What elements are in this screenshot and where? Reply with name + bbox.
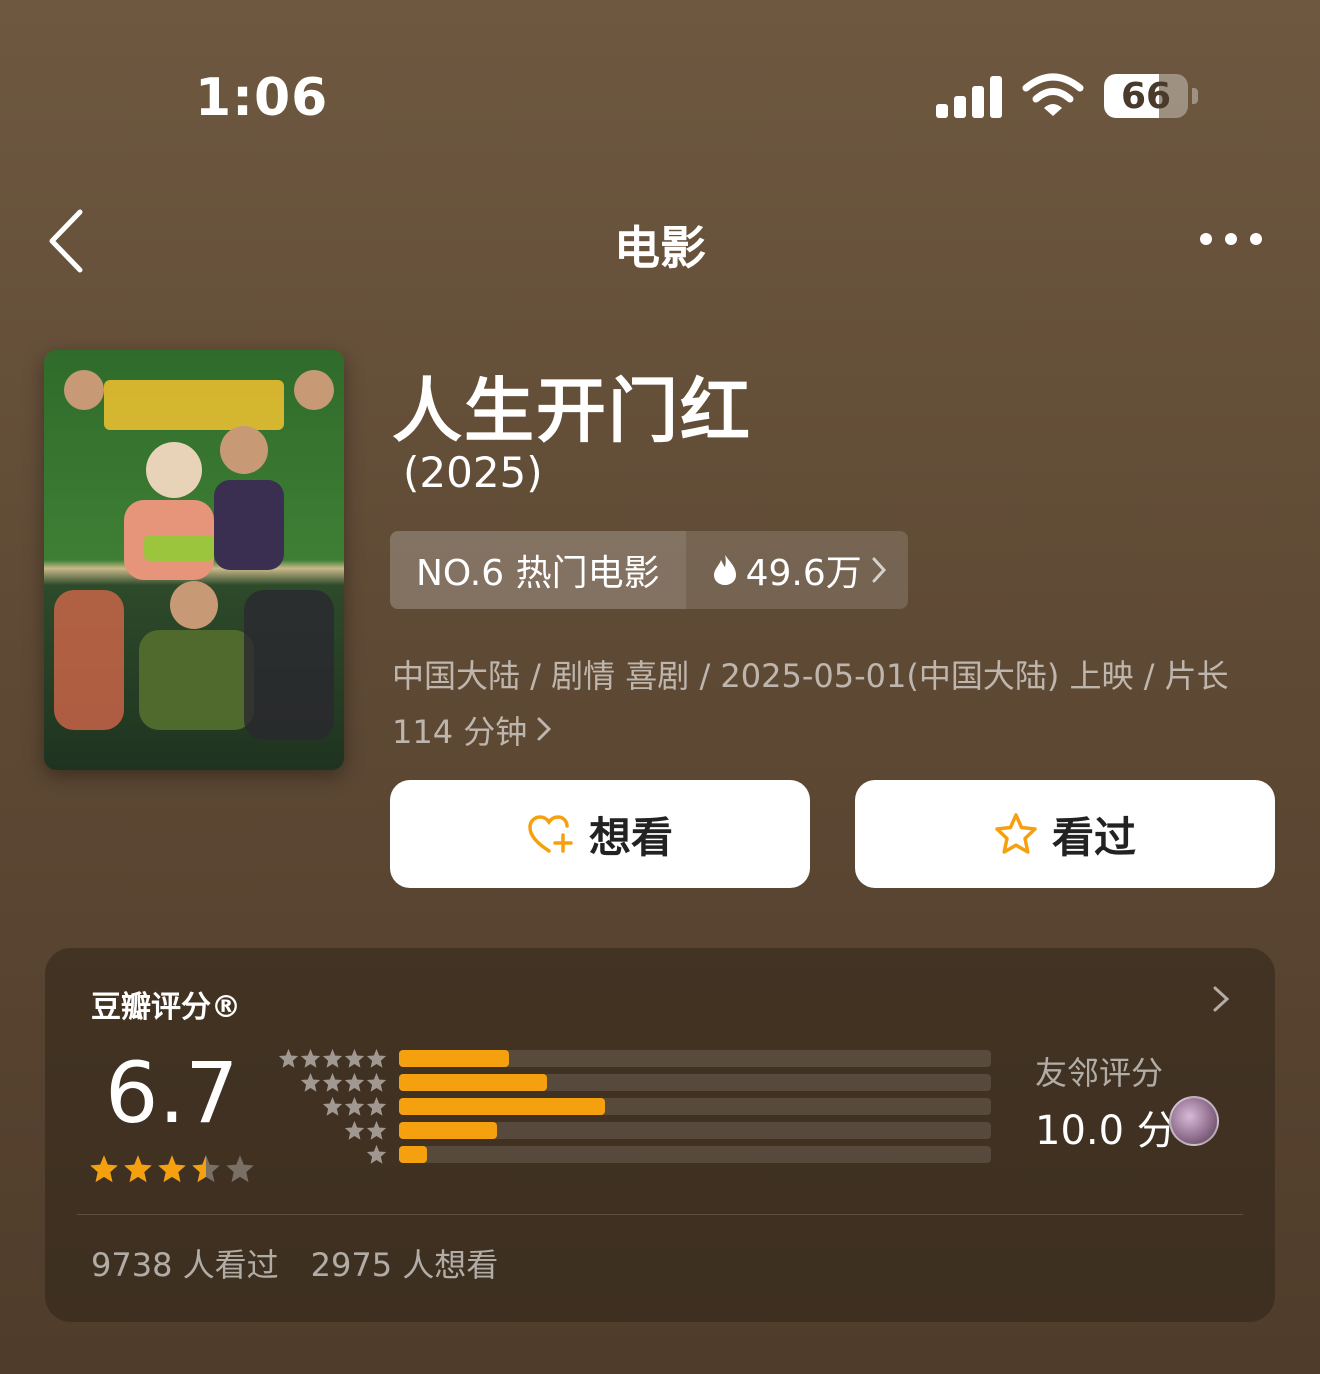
want-to-watch-label: 想看 — [588, 812, 673, 862]
distribution-bar-3-star — [399, 1098, 606, 1115]
small-star-icon — [322, 1096, 343, 1116]
watched-label: 看过 — [1051, 812, 1136, 862]
small-star-icon — [300, 1048, 321, 1068]
rating-counts: 9738 人看过 2975 人想看 — [91, 1240, 498, 1286]
small-star-icon — [366, 1120, 387, 1140]
chevron-right-icon[interactable] — [1209, 984, 1233, 1014]
movie-meta[interactable]: 中国大陆 / 剧情 喜剧 / 2025-05-01(中国大陆) 上映 / 片长 … — [392, 648, 1252, 760]
star-level-5 — [277, 1048, 387, 1072]
watched-button[interactable]: 看过 — [855, 780, 1275, 888]
small-star-icon — [344, 1096, 365, 1116]
rating-star-icon — [90, 1155, 118, 1183]
score-stars — [89, 1154, 255, 1184]
distribution-bar-track — [399, 1146, 991, 1163]
divider — [77, 1214, 1243, 1215]
movie-title: 人生开门红 — [392, 370, 752, 452]
small-star-icon — [344, 1072, 365, 1092]
chevron-right-icon — [537, 717, 552, 741]
star-level-1 — [277, 1144, 387, 1168]
small-star-icon — [366, 1072, 387, 1092]
rating-star-icon — [124, 1155, 152, 1183]
rank-label: NO.6 热门电影 — [390, 531, 686, 609]
chevron-right-icon — [872, 557, 886, 583]
distribution-bar-5-star — [399, 1050, 510, 1067]
star-icon — [995, 813, 1037, 854]
star-level-labels — [277, 1048, 387, 1168]
small-star-icon — [300, 1072, 321, 1092]
heat-link[interactable]: 49.6万 — [685, 531, 908, 609]
distribution-bar-2-star — [399, 1122, 498, 1139]
star-level-3 — [277, 1096, 387, 1120]
distribution-bar-1-star — [399, 1146, 427, 1163]
want-to-watch-button[interactable]: 想看 — [390, 780, 810, 888]
small-star-icon — [366, 1048, 387, 1068]
small-star-icon — [344, 1048, 365, 1068]
small-star-icon — [366, 1144, 387, 1164]
cellular-signal-icon — [936, 76, 1002, 118]
movie-year: (2025) — [403, 448, 543, 497]
small-star-icon — [322, 1072, 343, 1092]
heart-plus-icon — [528, 815, 573, 853]
heat-value: 49.6万 — [745, 553, 862, 594]
small-star-icon — [366, 1096, 387, 1116]
avatar[interactable] — [1169, 1096, 1219, 1146]
movie-meta-text: 中国大陆 / 剧情 喜剧 / 2025-05-01(中国大陆) 上映 / 片长 … — [392, 657, 1229, 751]
rating-card[interactable]: 豆瓣评分® 6.7 友邻评分 10.0 分 9738 人看过 2975 人想看 — [45, 948, 1275, 1322]
rating-star-icon — [226, 1155, 254, 1183]
distribution-bar-track — [399, 1074, 991, 1091]
star-level-2 — [277, 1120, 387, 1144]
distribution-bar-4-star — [399, 1074, 547, 1091]
battery-tip — [1192, 88, 1198, 104]
friend-rating-score: 10.0 分 — [1035, 1108, 1177, 1154]
flame-icon — [713, 555, 736, 585]
wifi-icon — [1022, 73, 1084, 116]
more-icon[interactable] — [1196, 224, 1266, 254]
small-star-icon — [344, 1120, 365, 1140]
rating-title: 豆瓣评分® — [91, 990, 241, 1025]
distribution-bar-track — [399, 1098, 991, 1115]
battery-icon: 66 — [1104, 74, 1188, 118]
want-count: 2975 人想看 — [310, 1246, 499, 1284]
rating-star-icon — [192, 1155, 220, 1183]
small-star-icon — [278, 1048, 299, 1068]
rating-star-icon — [158, 1155, 186, 1183]
friend-rating-label: 友邻评分 — [1035, 1054, 1164, 1092]
movie-poster[interactable] — [44, 350, 344, 770]
watched-count: 9738 人看过 — [91, 1246, 279, 1284]
distribution-bar-track — [399, 1122, 991, 1139]
small-star-icon — [322, 1048, 343, 1068]
page-title: 电影 — [614, 221, 706, 275]
status-time: 1:06 — [195, 68, 329, 128]
rank-badge[interactable]: NO.6 热门电影 49.6万 — [390, 531, 908, 609]
star-level-4 — [277, 1072, 387, 1096]
rating-distribution — [399, 1050, 991, 1170]
battery-percent: 66 — [1120, 76, 1172, 117]
distribution-bar-track — [399, 1050, 991, 1067]
rating-score: 6.7 — [105, 1044, 239, 1142]
